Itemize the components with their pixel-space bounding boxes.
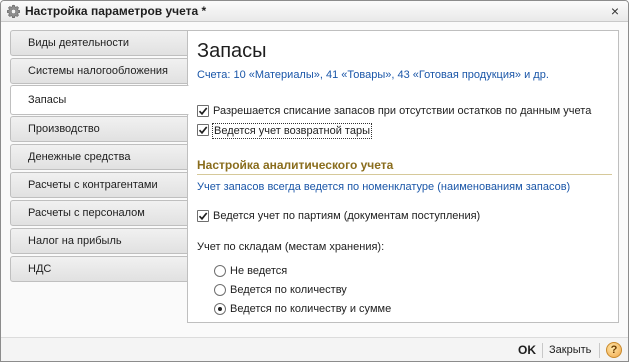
radio-dot [218,307,222,311]
window-title: Настройка параметров учета * [25,4,207,18]
tab-tax-systems[interactable]: Системы налогообложения [10,58,188,84]
returnable-checkbox-row[interactable]: Ведется учет возвратной тары [197,123,372,139]
returnable-checkbox[interactable] [197,124,209,136]
warehouse-option-quantity-sum[interactable]: Ведется по количеству и сумме [214,302,391,316]
help-icon[interactable]: ? [606,342,622,358]
radio-button-selected[interactable] [214,303,226,315]
warehouse-group-label: Учет по складам (местам хранения): [197,241,385,253]
warehouse-option-none[interactable]: Не ведется [214,264,287,278]
inventory-panel: Запасы Счета: 10 «Материалы», 41 «Товары… [187,30,619,323]
returnable-label: Ведется учет возвратной тары [212,123,372,139]
footer-separator [542,343,543,358]
close-button[interactable]: Закрыть [549,344,591,356]
settings-window: Настройка параметров учета * × Виды деят… [0,0,629,362]
radio-label: Ведется по количеству [230,284,347,296]
write-off-label: Разрешается списание запасов при отсутст… [213,105,592,117]
checkmark-icon [198,212,208,221]
tab-counterparties[interactable]: Расчеты с контрагентами [10,172,188,198]
gear-icon [7,4,20,18]
batches-label: Ведется учет по партиям (документам пост… [213,210,481,222]
settings-tabs: Виды деятельности Системы налогообложени… [10,30,189,284]
radio-button[interactable] [214,284,226,296]
batches-checkbox[interactable] [197,210,209,222]
info-text: Учет запасов всегда ведется по номенклат… [197,181,571,193]
window-close-button[interactable]: × [608,4,622,18]
write-off-checkbox-row[interactable]: Разрешается списание запасов при отсутст… [197,104,591,118]
tab-profit-tax[interactable]: Налог на прибыль [10,228,188,254]
radio-label: Не ведется [230,265,288,277]
checkmark-icon [198,126,208,135]
tab-production[interactable]: Производство [10,116,188,142]
batches-checkbox-row[interactable]: Ведется учет по партиям (документам пост… [197,209,480,223]
tab-cash[interactable]: Денежные средства [10,144,188,170]
section-divider [197,174,612,175]
page-title: Запасы [197,40,267,62]
tab-personnel[interactable]: Расчеты с персоналом [10,200,188,226]
radio-label: Ведется по количеству и сумме [230,303,392,315]
ok-button[interactable]: OK [518,343,536,357]
checkmark-icon [198,107,208,116]
tab-activity-types[interactable]: Виды деятельности [10,30,188,56]
title-bar: Настройка параметров учета * × [1,1,628,22]
warehouse-option-quantity[interactable]: Ведется по количеству [214,283,347,297]
write-off-checkbox[interactable] [197,105,209,117]
tab-inventory[interactable]: Запасы [10,85,189,115]
radio-button[interactable] [214,265,226,277]
bottom-bar: OK Закрыть ? [1,337,628,361]
accounts-link[interactable]: Счета: 10 «Материалы», 41 «Товары», 43 «… [197,69,549,81]
tab-vat[interactable]: НДС [10,256,188,282]
footer-separator [599,343,600,358]
section-title: Настройка аналитического учета [197,158,394,172]
